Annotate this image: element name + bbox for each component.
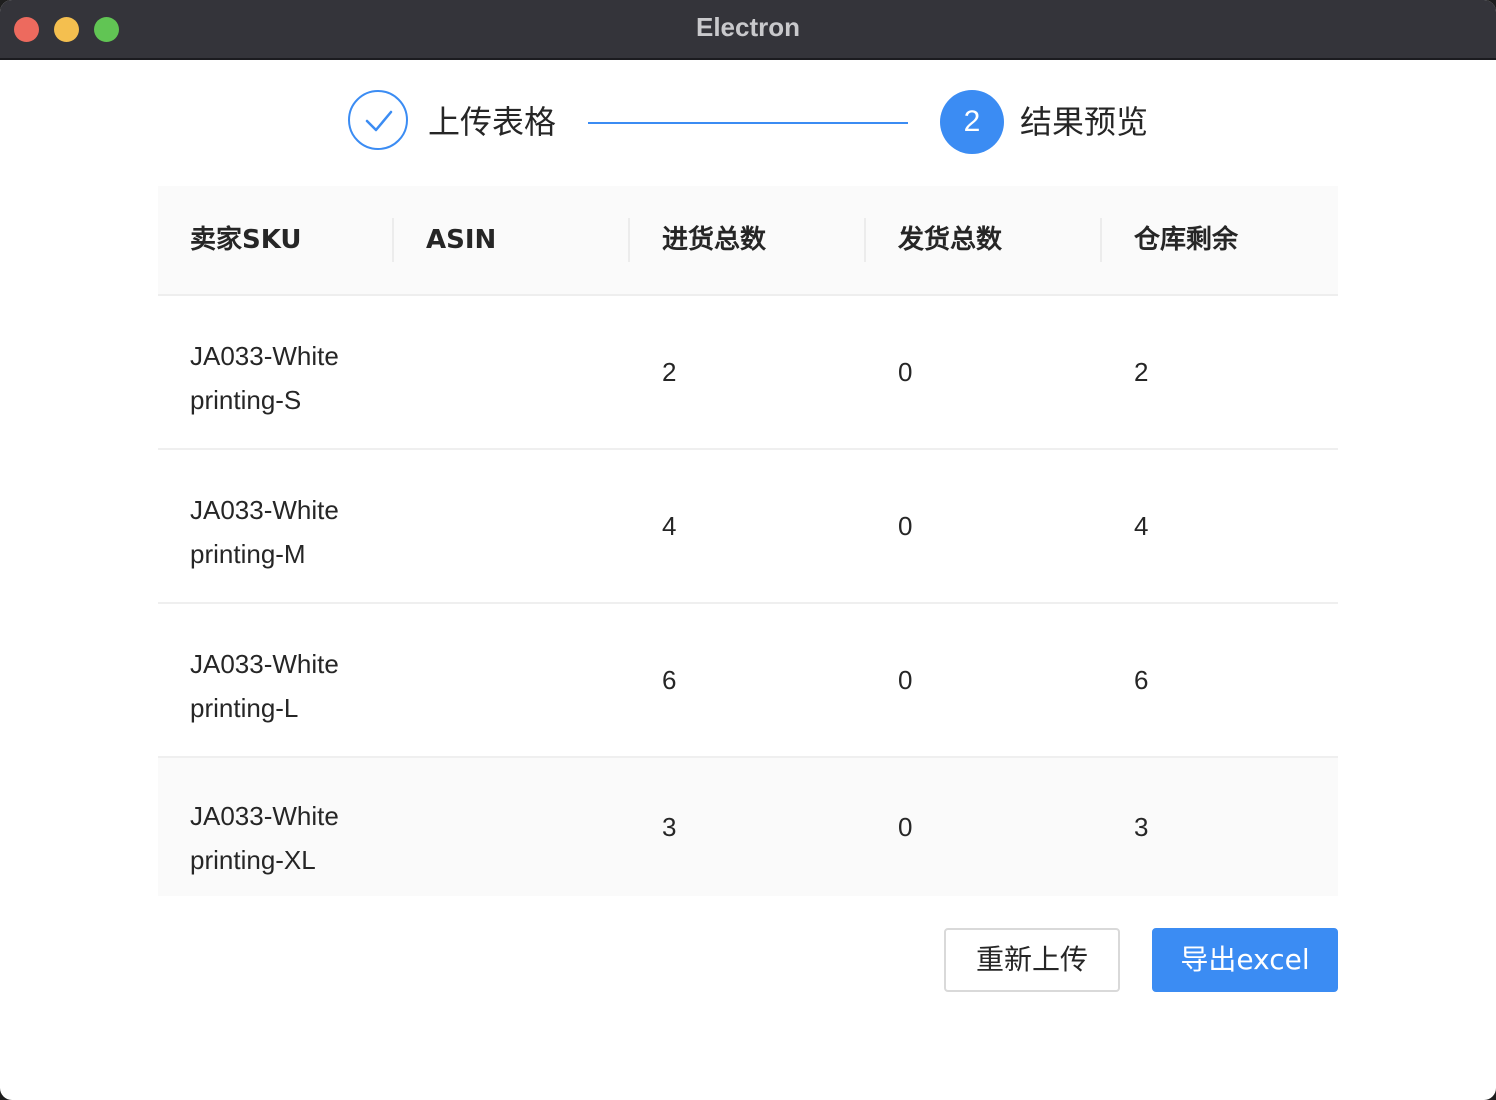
table-row: JA033-White printing-S 2 0 2 <box>158 296 1338 450</box>
sku-cell: JA033-White printing-M <box>190 488 390 576</box>
window-title: Electron <box>695 12 801 42</box>
sku-cell: JA033-White printing-L <box>190 642 390 730</box>
out-total-cell: 0 <box>898 665 913 695</box>
sku-line: JA033-White <box>190 801 339 831</box>
step-1-done-indicator <box>348 90 408 150</box>
column-header-remaining: 仓库剩余 <box>1134 225 1239 255</box>
check-icon <box>365 110 393 132</box>
out-total-cell: 0 <box>898 357 913 387</box>
sku-line: printing-L <box>190 693 299 723</box>
sku-line: JA033-White <box>190 495 339 525</box>
out-total-cell: 0 <box>898 812 913 842</box>
in-total-cell: 3 <box>662 812 677 842</box>
step-2-number: 2 <box>940 90 1004 154</box>
column-header-in-total: 进货总数 <box>662 225 767 255</box>
step-1-label: 上传表格 <box>428 103 557 141</box>
column-divider <box>1100 218 1102 262</box>
app-window: Electron 上传表格 2 结果预览 卖家SKU ASIN 进货总数 发货总… <box>0 0 1496 1100</box>
sku-line: printing-S <box>190 385 302 415</box>
title-bar: Electron <box>0 0 1496 60</box>
out-total-cell: 0 <box>898 511 913 541</box>
sku-line: printing-M <box>190 539 306 569</box>
table-row: JA033-White printing-XL 3 0 3 <box>158 758 1338 896</box>
table-row: JA033-White printing-M 4 0 4 <box>158 450 1338 604</box>
sku-line: JA033-White <box>190 341 339 371</box>
reupload-button[interactable]: 重新上传 <box>944 928 1120 992</box>
column-divider <box>392 218 394 262</box>
step-2-label: 结果预览 <box>1020 103 1149 141</box>
column-header-seller-sku: 卖家SKU <box>190 225 302 255</box>
export-excel-button[interactable]: 导出excel <box>1152 928 1338 992</box>
sku-line: JA033-White <box>190 649 339 679</box>
table-row: JA033-White printing-L 6 0 6 <box>158 604 1338 758</box>
remaining-cell: 6 <box>1134 665 1149 695</box>
remaining-cell: 3 <box>1134 812 1149 842</box>
column-divider <box>864 218 866 262</box>
step-connector <box>588 122 908 124</box>
sku-line: printing-XL <box>190 845 316 875</box>
remaining-cell: 4 <box>1134 511 1149 541</box>
in-total-cell: 6 <box>662 665 677 695</box>
column-header-asin: ASIN <box>426 225 497 255</box>
column-header-out-total: 发货总数 <box>898 225 1003 255</box>
remaining-cell: 2 <box>1134 357 1149 387</box>
column-divider <box>628 218 630 262</box>
sku-cell: JA033-White printing-XL <box>190 794 390 882</box>
sku-cell: JA033-White printing-S <box>190 334 390 422</box>
table-header: 卖家SKU ASIN 进货总数 发货总数 仓库剩余 <box>158 186 1338 296</box>
inventory-table: 卖家SKU ASIN 进货总数 发货总数 仓库剩余 JA033-White pr… <box>158 186 1338 896</box>
in-total-cell: 4 <box>662 511 677 541</box>
in-total-cell: 2 <box>662 357 677 387</box>
